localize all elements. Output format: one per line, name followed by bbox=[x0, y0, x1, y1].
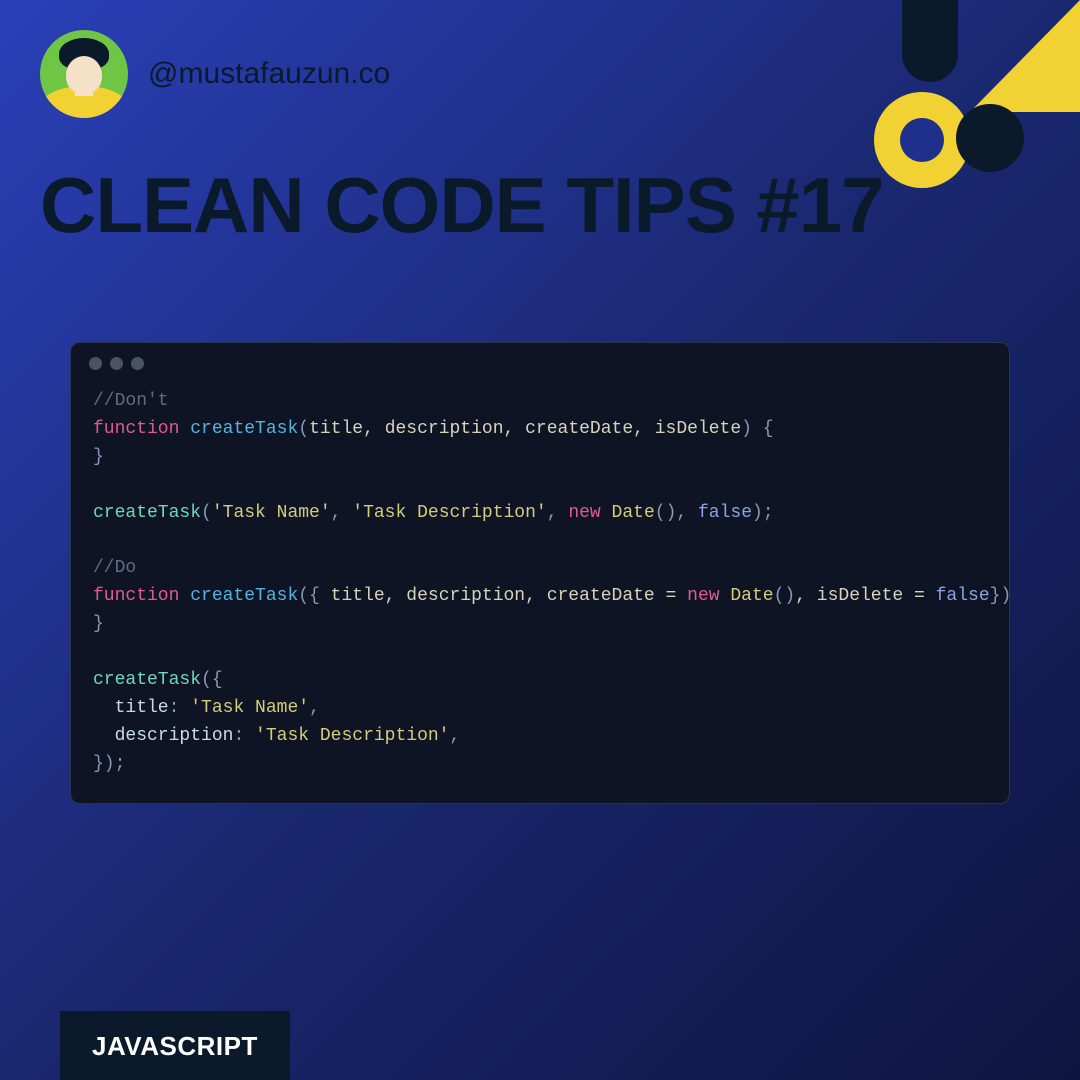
code-punct: }); bbox=[93, 754, 125, 774]
code-punct: : bbox=[169, 698, 191, 718]
code-punct: , bbox=[331, 503, 353, 523]
code-punct: , bbox=[449, 726, 460, 746]
code-prop: description bbox=[93, 726, 233, 746]
code-class: Date bbox=[730, 586, 773, 606]
code-punct: ({ bbox=[201, 670, 223, 690]
header: @mustafauzun.co bbox=[0, 0, 1080, 118]
avatar bbox=[40, 30, 128, 118]
code-keyword: new bbox=[568, 503, 600, 523]
code-punct: , bbox=[309, 698, 320, 718]
code-function-name: createTask bbox=[190, 586, 298, 606]
code-string: 'Task Name' bbox=[190, 698, 309, 718]
code-body: //Don't function createTask(title, descr… bbox=[71, 378, 1009, 802]
code-call: createTask bbox=[93, 670, 201, 690]
code-string: 'Task Name' bbox=[212, 503, 331, 523]
language-tag: JAVASCRIPT bbox=[60, 1011, 290, 1080]
code-space bbox=[601, 503, 612, 523]
code-punct: ); bbox=[752, 503, 774, 523]
code-params: title, description, createDate, isDelete bbox=[309, 419, 741, 439]
code-window: //Don't function createTask(title, descr… bbox=[70, 342, 1010, 803]
code-punct: ( bbox=[201, 503, 212, 523]
window-dot-icon bbox=[110, 357, 123, 370]
code-prop: title bbox=[93, 698, 169, 718]
code-punct: ( bbox=[298, 419, 309, 439]
code-punct: } bbox=[93, 614, 104, 634]
code-punct: ({ bbox=[298, 586, 330, 606]
author-handle: @mustafauzun.co bbox=[148, 57, 390, 91]
code-punct: }) { bbox=[990, 586, 1010, 606]
code-string: 'Task Description' bbox=[352, 503, 546, 523]
window-controls bbox=[71, 343, 1009, 378]
code-comment: //Don't bbox=[93, 391, 169, 411]
code-space bbox=[720, 586, 731, 606]
code-punct: () bbox=[774, 586, 796, 606]
code-punct: , bbox=[547, 503, 569, 523]
code-params: , isDelete = bbox=[795, 586, 935, 606]
code-punct: (), bbox=[655, 503, 698, 523]
code-class: Date bbox=[612, 503, 655, 523]
page-title: CLEAN CODE TIPS #17 bbox=[0, 118, 1080, 242]
code-string: 'Task Description' bbox=[255, 726, 449, 746]
code-keyword: function bbox=[93, 586, 179, 606]
code-punct: } bbox=[93, 447, 104, 467]
code-comment: //Do bbox=[93, 558, 136, 578]
code-function-name: createTask bbox=[190, 419, 298, 439]
code-keyword: function bbox=[93, 419, 179, 439]
window-dot-icon bbox=[131, 357, 144, 370]
window-dot-icon bbox=[89, 357, 102, 370]
code-boolean: false bbox=[698, 503, 752, 523]
code-punct: ) { bbox=[741, 419, 773, 439]
code-params: title, description, createDate = bbox=[331, 586, 687, 606]
code-call: createTask bbox=[93, 503, 201, 523]
code-boolean: false bbox=[936, 586, 990, 606]
code-punct: : bbox=[233, 726, 255, 746]
code-keyword: new bbox=[687, 586, 719, 606]
